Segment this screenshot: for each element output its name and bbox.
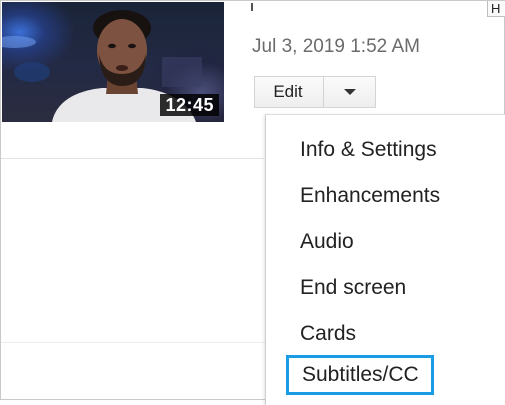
video-timestamp: Jul 3, 2019 1:52 AM: [252, 36, 420, 57]
edit-split-button: Edit: [254, 76, 376, 108]
video-duration-badge: 12:45: [160, 94, 219, 116]
edit-dropdown-menu: Info & Settings Enhancements Audio End s…: [265, 114, 505, 405]
screenshot-frame: 12:45 H Jul 3, 2019 1:52 AM Edit Info & …: [0, 0, 505, 405]
header-tick-mark: [251, 3, 253, 11]
menu-item-info-settings[interactable]: Info & Settings: [300, 137, 437, 163]
menu-item-end-screen[interactable]: End screen: [300, 275, 406, 301]
corner-button[interactable]: H: [487, 1, 505, 17]
edit-button[interactable]: Edit: [254, 76, 324, 108]
edit-dropdown-toggle[interactable]: [324, 76, 376, 108]
caret-down-icon: [343, 89, 356, 95]
menu-item-enhancements[interactable]: Enhancements: [300, 183, 440, 209]
row-divider-lower: [1, 342, 265, 343]
video-thumbnail[interactable]: 12:45: [2, 2, 224, 122]
menu-item-subtitles-cc[interactable]: Subtitles/CC: [286, 355, 434, 395]
menu-item-cards[interactable]: Cards: [300, 321, 356, 347]
menu-item-audio[interactable]: Audio: [300, 229, 354, 255]
row-divider: [1, 158, 264, 159]
